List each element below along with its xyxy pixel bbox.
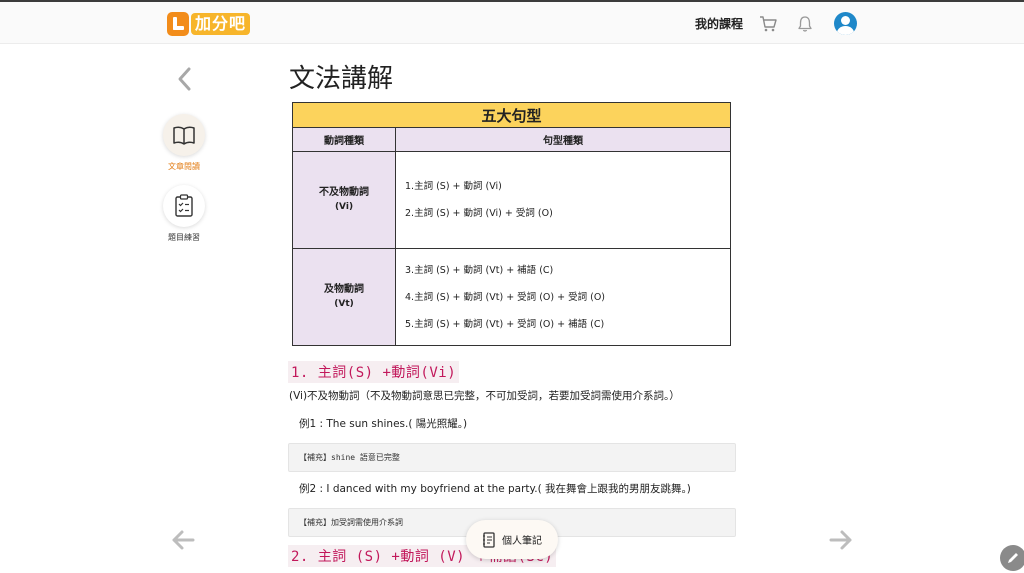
supplement-note: 【補充】shine 語意已完整 <box>288 443 736 472</box>
table-cell-patterns: 3.主詞 (S) + 動詞 (Vt) + 補語 (C) 4.主詞 (S) + 動… <box>395 248 731 346</box>
sidebar-item-label: 文章閱讀 <box>168 162 200 171</box>
site-logo[interactable]: 加分吧 <box>167 10 251 38</box>
sidebar-item-reading-circle <box>163 114 205 156</box>
sidebar-item-reading[interactable]: 文章閱讀 <box>162 114 206 172</box>
clipboard-checklist-icon <box>175 194 193 217</box>
five-sentence-patterns-table: 五大句型 動詞種類 句型種類 不及物動詞 (Vi) 1.主詞 (S) + 動詞 … <box>292 102 731 346</box>
pattern-item: 2.主詞 (S) + 動詞 (Vi) + 受詞 (O) <box>405 208 553 219</box>
pencil-icon <box>1008 553 1018 563</box>
table-row: 及物動詞 (Vt) 3.主詞 (S) + 動詞 (Vt) + 補語 (C) 4.… <box>292 248 731 346</box>
logo-mark-icon <box>167 12 189 36</box>
notebook-icon <box>483 531 495 548</box>
logo-text: 加分吧 <box>191 13 251 35</box>
sidebar-item-practice-circle <box>163 185 205 227</box>
table-header-verb-type: 動詞種類 <box>292 127 396 152</box>
category-name: 不及物動詞 <box>319 187 369 198</box>
pattern-item: 1.主詞 (S) + 動詞 (Vi) <box>405 181 502 192</box>
book-icon <box>173 126 195 145</box>
table-cell-category: 及物動詞 (Vt) <box>292 248 396 346</box>
section-heading: 1. 主詞(S) +動詞(Vi) <box>288 361 460 383</box>
category-name: 及物動詞 <box>324 284 364 295</box>
table-row: 不及物動詞 (Vi) 1.主詞 (S) + 動詞 (Vi) 2.主詞 (S) +… <box>292 151 731 249</box>
table-cell-category: 不及物動詞 (Vi) <box>292 151 396 249</box>
cart-icon[interactable] <box>759 15 777 33</box>
bell-icon[interactable] <box>796 15 814 33</box>
personal-notes-button[interactable]: 個人筆記 <box>466 520 558 559</box>
example-sentence: 例2 : I danced with my boyfriend at the p… <box>299 483 691 495</box>
back-chevron-icon[interactable] <box>175 66 195 92</box>
my-courses-link[interactable]: 我的課程 <box>695 15 743 32</box>
pattern-item: 4.主詞 (S) + 動詞 (Vt) + 受詞 (O) + 受詞 (O) <box>405 291 606 303</box>
personal-notes-label: 個人筆記 <box>502 536 542 547</box>
sidebar-item-practice[interactable]: 題目練習 <box>162 185 206 243</box>
pattern-item: 5.主詞 (S) + 動詞 (Vt) + 受詞 (O) + 補語 (C) <box>405 318 605 330</box>
section-description: (Vi)不及物動詞（不及物動詞意思已完整，不可加受詞，若要加受詞需使用介系詞。） <box>289 390 680 402</box>
table-cell-patterns: 1.主詞 (S) + 動詞 (Vi) 2.主詞 (S) + 動詞 (Vi) + … <box>395 151 731 249</box>
user-avatar-icon[interactable] <box>834 12 857 35</box>
table-header-pattern-type: 句型種類 <box>395 127 731 152</box>
table-title: 五大句型 <box>292 102 731 128</box>
category-abbrev: (Vi) <box>334 202 354 212</box>
sidebar-item-label: 題目練習 <box>168 233 200 242</box>
next-page-arrow-icon[interactable] <box>828 528 854 552</box>
page-title: 文法講解 <box>289 64 394 94</box>
top-bar: 加分吧 我的課程 <box>0 0 1024 44</box>
example-sentence: 例1 : The sun shines.( 陽光照耀。) <box>299 418 468 430</box>
pattern-item: 3.主詞 (S) + 動詞 (Vt) + 補語 (C) <box>405 264 554 276</box>
previous-page-arrow-icon[interactable] <box>170 528 196 552</box>
edit-pencil-button[interactable] <box>1000 545 1024 571</box>
category-abbrev: (Vt) <box>334 299 354 309</box>
